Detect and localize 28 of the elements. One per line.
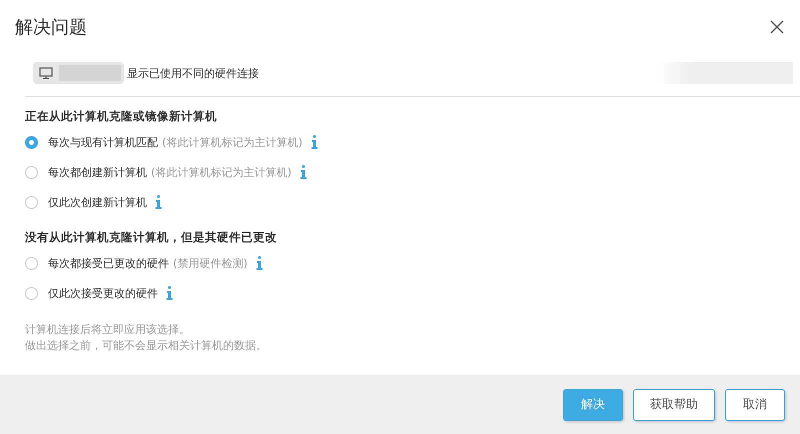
radio-button[interactable] bbox=[25, 286, 38, 300]
radio-button[interactable] bbox=[25, 256, 38, 270]
option-label: 每次都接受已更改的硬件 bbox=[48, 256, 169, 270]
radio-button[interactable] bbox=[25, 196, 38, 208]
info-icon[interactable] bbox=[155, 195, 162, 209]
radio-button[interactable] bbox=[25, 136, 38, 148]
info-icon[interactable] bbox=[256, 256, 263, 270]
dialog-title: 解决问题 bbox=[15, 16, 87, 39]
dialog-button[interactable]: 取消 bbox=[725, 388, 785, 420]
monitor-icon bbox=[39, 67, 53, 79]
option-hint: (将此计算机标记为主计算机) bbox=[162, 134, 303, 150]
dialog-button[interactable]: 获取帮助 bbox=[633, 388, 715, 420]
info-icon[interactable] bbox=[166, 286, 173, 300]
section-heading: 正在从此计算机克隆或镜像新计算机 bbox=[25, 108, 218, 125]
note-text: 计算机连接后将立即应用该选择。 bbox=[25, 322, 191, 338]
radio-button[interactable] bbox=[25, 166, 38, 178]
option-label: 每次与现有计算机匹配 bbox=[48, 134, 158, 150]
option-hint: (禁用硬件检测) bbox=[173, 256, 248, 270]
option-label: 仅此次创建新计算机 bbox=[48, 194, 147, 210]
info-icon[interactable] bbox=[300, 165, 307, 179]
option-hint: (将此计算机标记为主计算机) bbox=[151, 164, 292, 180]
section-heading: 没有从此计算机克隆计算机，但是其硬件已更改 bbox=[25, 229, 278, 246]
close-icon[interactable] bbox=[770, 20, 784, 34]
note-text: 做出选择之前，可能不会显示相关计算机的数据。 bbox=[25, 338, 268, 354]
device-status: 显示已使用不同的硬件连接 bbox=[127, 66, 260, 80]
option-label: 仅此次接受更改的硬件 bbox=[48, 286, 158, 300]
info-icon[interactable] bbox=[310, 135, 318, 149]
option-label: 每次都创建新计算机 bbox=[48, 164, 147, 180]
